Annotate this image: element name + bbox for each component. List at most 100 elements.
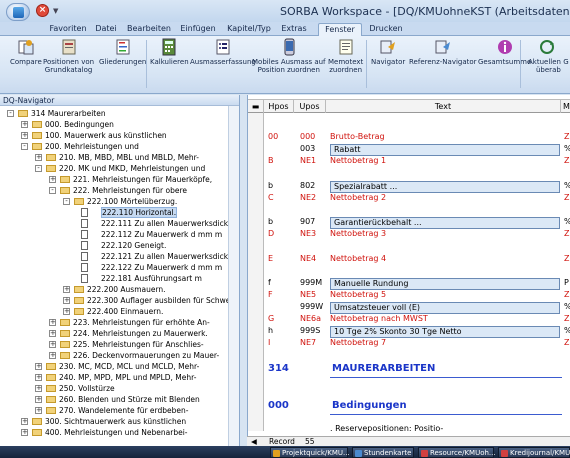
expand-icon[interactable]: + <box>49 176 56 183</box>
memotext-button[interactable]: Memotext zuordnen <box>328 38 363 74</box>
taskbar-item-resource[interactable]: Resource/KMUoh... <box>418 447 496 458</box>
tree-item-label: 223. Mehrleistungen für erhöhte An- <box>73 318 210 327</box>
folder-icon <box>32 418 42 425</box>
ribbon-separator <box>366 40 367 88</box>
cell-upos: 003 <box>300 144 316 153</box>
reference-navigator-icon <box>435 40 450 54</box>
cell-text: Nettobetrag 3 <box>330 229 387 238</box>
window-icon <box>355 450 362 457</box>
navigator-panel: DQ-Navigator -314 Maurerarbeiten +000. Be… <box>0 95 240 458</box>
cell-upos: NE7 <box>300 338 317 347</box>
collapse-icon[interactable]: - <box>21 143 28 150</box>
referenz-navigator-button[interactable]: Referenz-Navigator <box>409 38 477 66</box>
expand-icon[interactable]: + <box>63 308 70 315</box>
gliederungen-button[interactable]: Gliederungen <box>99 38 146 66</box>
cell-hpos: f <box>268 278 271 287</box>
taskbar: Projektquick/KMU... Stundenkarte Resourc… <box>0 446 570 458</box>
column-header-upos[interactable]: Upos <box>294 100 326 113</box>
mobiles-ausmass-button[interactable]: Mobiles Ausmass auf Position zuordnen <box>252 38 326 74</box>
cell-m: Z <box>564 254 570 263</box>
cell-hpos: h <box>268 326 274 335</box>
compare-icon <box>18 40 34 55</box>
cell-text: Nettobetrag nach MWST <box>330 314 428 323</box>
collapse-icon[interactable]: - <box>63 198 70 205</box>
expand-icon[interactable]: + <box>49 319 56 326</box>
cell-upos: NE6a <box>300 314 322 323</box>
folder-icon <box>74 286 84 293</box>
taskbar-item-projektquick[interactable]: Projektquick/KMU... <box>270 447 350 458</box>
tree-item-label: 314 Maurerarbeiten <box>31 109 106 118</box>
cell-upos: NE5 <box>300 290 317 299</box>
cell-m: Z <box>564 132 570 141</box>
tree-item-label: 222.122 Zu Mauerwerk d mm m <box>101 263 223 272</box>
folder-icon <box>46 165 56 172</box>
expand-icon[interactable]: + <box>21 121 28 128</box>
tree-item-label: 226. Deckenvormauerungen zu Mauer- <box>73 351 220 360</box>
column-header-hpos[interactable]: Hpos <box>264 100 294 113</box>
tree-item-label: 225. Mehrleistungen für Anschlies- <box>73 340 204 349</box>
tree-item-label: 222.200 Ausmauern. <box>87 285 166 294</box>
folder-icon <box>18 110 28 117</box>
positionen-grundkatalog-button[interactable]: Positionen von Grundkatalog <box>43 38 94 74</box>
folder-icon <box>46 396 56 403</box>
document-icon <box>81 230 88 239</box>
compare-button[interactable]: Compare <box>10 38 42 66</box>
expand-icon[interactable]: + <box>35 154 42 161</box>
tab-kapitel-typ[interactable]: Kapitel/Typ <box>224 23 274 36</box>
expand-icon[interactable]: + <box>49 330 56 337</box>
expand-icon[interactable]: + <box>21 418 28 425</box>
cell-m: Z <box>564 229 570 238</box>
tab-drucken[interactable]: Drucken <box>366 23 406 36</box>
taskbar-item-kredijournal[interactable]: Kredijournal/KMU... <box>498 447 570 458</box>
ausmasserfassung-button[interactable]: Ausmasserfassung <box>190 38 256 66</box>
expand-icon[interactable]: + <box>49 341 56 348</box>
tab-bearbeiten[interactable]: Bearbeiten <box>124 23 174 36</box>
tab-favoriten[interactable]: Favoriten <box>44 23 92 36</box>
expand-icon[interactable]: + <box>35 396 42 403</box>
tab-datei[interactable]: Datei <box>92 23 120 36</box>
chevron-down-icon[interactable]: ▼ <box>53 7 58 15</box>
expand-icon[interactable]: + <box>35 374 42 381</box>
folder-icon <box>32 132 42 139</box>
tab-fenster[interactable]: Fenster <box>318 23 362 37</box>
info-icon <box>497 40 512 54</box>
close-icon[interactable]: × <box>36 4 49 17</box>
expand-icon[interactable]: + <box>21 429 28 436</box>
tree-vertical-scrollbar[interactable] <box>228 106 239 446</box>
collapse-icon[interactable]: - <box>35 165 42 172</box>
expand-icon[interactable]: + <box>63 297 70 304</box>
cell-upos: 999M <box>300 278 323 287</box>
gesamtsumme-button[interactable]: Gesamtsumme <box>478 38 531 66</box>
column-header-text[interactable]: Text <box>326 100 561 113</box>
tree-item-label: 220. MK und MKD, Mehrleistungen und <box>59 164 206 173</box>
expand-icon[interactable]: + <box>63 286 70 293</box>
folder-icon <box>46 154 56 161</box>
collapse-icon[interactable]: - <box>49 187 56 194</box>
expand-icon[interactable]: + <box>35 363 42 370</box>
collapse-icon[interactable]: - <box>7 110 14 117</box>
kalkulieren-button[interactable]: Kalkulieren <box>150 38 189 66</box>
tab-extras[interactable]: Extras <box>278 23 310 36</box>
aktuellen-button[interactable]: Aktuellen G überab <box>528 38 569 74</box>
cell-hpos: B <box>268 156 274 165</box>
tree-item-label: 240. MP, MPD, MPL und MPLD, Mehr- <box>59 373 197 382</box>
tree-item-label: 230. MC, MCD, MCL und MCLD, Mehr- <box>59 362 200 371</box>
expand-icon[interactable]: + <box>35 407 42 414</box>
row-marker-column <box>248 113 264 431</box>
navigator-button[interactable]: Navigator <box>371 38 405 66</box>
record-bar: ◀ Record 55 <box>247 436 570 446</box>
cell-m: % <box>564 216 570 228</box>
expand-icon[interactable]: + <box>49 352 56 359</box>
tab-einfuegen[interactable]: Einfügen <box>178 23 218 36</box>
measure-list-icon <box>216 39 230 55</box>
column-header-m[interactable]: M <box>561 100 570 113</box>
expand-icon[interactable]: + <box>21 132 28 139</box>
cell-m: Z <box>564 338 570 347</box>
expand-icon[interactable]: + <box>35 385 42 392</box>
navigator-panel-title: DQ-Navigator <box>0 95 239 106</box>
cell-upos: 802 <box>300 181 316 190</box>
folder-icon <box>60 176 70 183</box>
folder-icon <box>46 407 56 414</box>
taskbar-item-stundenkarte[interactable]: Stundenkarte <box>352 447 414 458</box>
app-menu-button[interactable] <box>6 3 30 21</box>
